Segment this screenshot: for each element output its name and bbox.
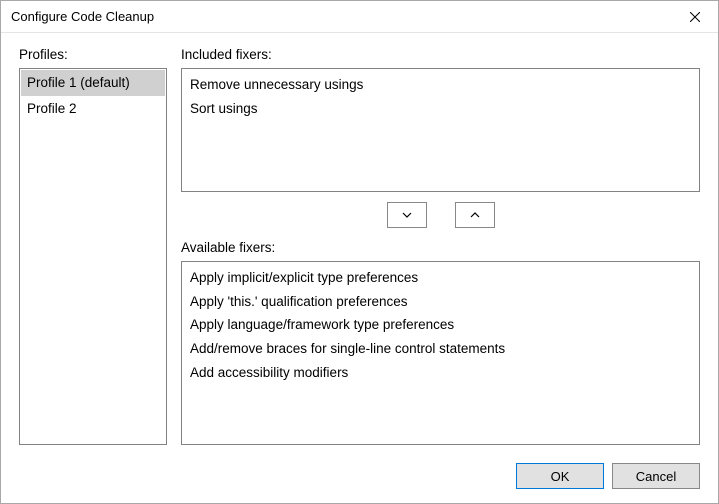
- available-section: Available fixers: Apply implicit/explici…: [181, 240, 700, 445]
- dialog-window: Configure Code Cleanup Profiles: Profile…: [0, 0, 719, 504]
- profile-item[interactable]: Profile 1 (default): [21, 70, 165, 96]
- profile-item[interactable]: Profile 2: [21, 96, 165, 122]
- ok-button[interactable]: OK: [516, 463, 604, 489]
- move-up-button[interactable]: [455, 202, 495, 228]
- available-fixer-item[interactable]: Apply implicit/explicit type preferences: [188, 266, 693, 290]
- profiles-label: Profiles:: [19, 47, 167, 62]
- move-down-button[interactable]: [387, 202, 427, 228]
- included-fixers-listbox[interactable]: Remove unnecessary usingsSort usings: [181, 68, 700, 192]
- fixers-column: Included fixers: Remove unnecessary usin…: [181, 47, 700, 445]
- included-fixer-item[interactable]: Remove unnecessary usings: [188, 73, 693, 97]
- included-label: Included fixers:: [181, 47, 700, 62]
- profiles-column: Profiles: Profile 1 (default)Profile 2: [19, 47, 167, 445]
- window-title: Configure Code Cleanup: [11, 9, 154, 24]
- move-buttons-row: [181, 192, 700, 240]
- available-fixers-listbox[interactable]: Apply implicit/explicit type preferences…: [181, 261, 700, 445]
- available-fixer-item[interactable]: Apply 'this.' qualification preferences: [188, 290, 693, 314]
- content-area: Profiles: Profile 1 (default)Profile 2 I…: [1, 33, 718, 453]
- dialog-footer: OK Cancel: [1, 453, 718, 503]
- cancel-button[interactable]: Cancel: [612, 463, 700, 489]
- available-fixer-item[interactable]: Add/remove braces for single-line contro…: [188, 337, 693, 361]
- included-fixer-item[interactable]: Sort usings: [188, 97, 693, 121]
- available-fixer-item[interactable]: Add accessibility modifiers: [188, 361, 693, 385]
- profiles-listbox[interactable]: Profile 1 (default)Profile 2: [19, 68, 167, 445]
- chevron-up-icon: [470, 212, 480, 218]
- close-icon: [690, 12, 700, 22]
- titlebar: Configure Code Cleanup: [1, 1, 718, 33]
- chevron-down-icon: [402, 212, 412, 218]
- available-fixer-item[interactable]: Apply language/framework type preference…: [188, 313, 693, 337]
- close-button[interactable]: [672, 1, 718, 32]
- available-label: Available fixers:: [181, 240, 700, 255]
